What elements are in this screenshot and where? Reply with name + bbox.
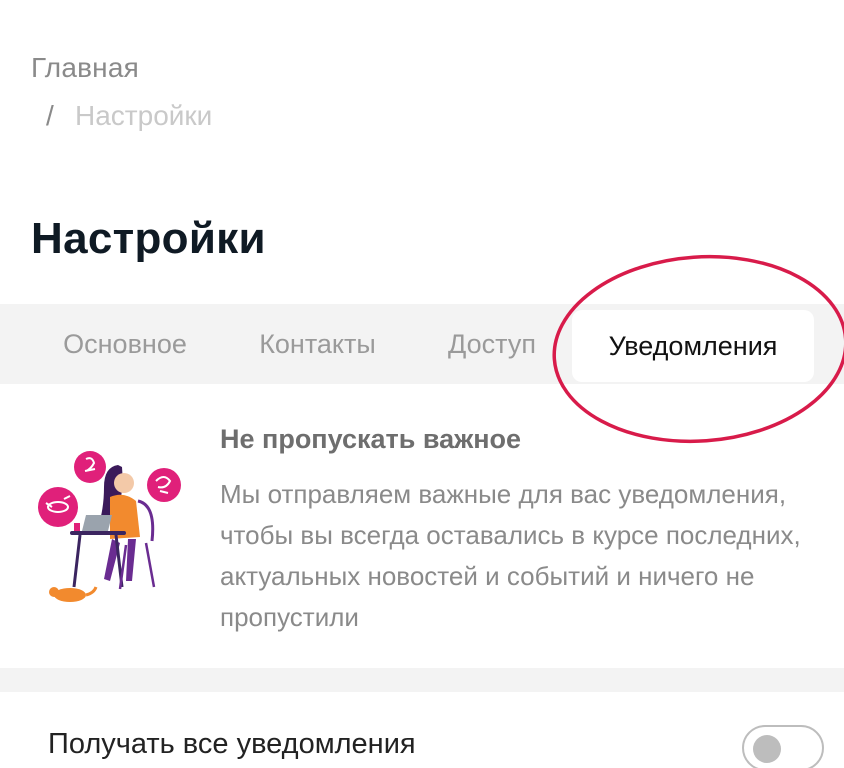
settings-page: Главная / Настройки Настройки Основное К…	[0, 0, 844, 768]
section-divider	[0, 668, 844, 692]
breadcrumb-current: Настройки	[75, 100, 213, 131]
page-title: Настройки	[31, 214, 266, 263]
all-notifications-toggle[interactable]	[742, 725, 824, 768]
notification-bubble-icon	[38, 487, 78, 527]
all-notifications-label: Получать все уведомления	[48, 728, 416, 760]
notification-bubble-icon	[147, 468, 181, 502]
tab-main[interactable]: Основное	[40, 304, 210, 384]
tab-access[interactable]: Доступ	[432, 304, 552, 384]
settings-tabs: Основное Контакты Доступ Уведомления	[0, 304, 844, 384]
woman-with-laptop-illustration	[38, 451, 181, 602]
tab-notifications[interactable]: Уведомления	[572, 310, 814, 382]
toggle-knob	[753, 735, 781, 763]
tab-contacts[interactable]: Контакты	[240, 304, 395, 384]
info-description: Мы отправляем важные для вас уведомления…	[220, 479, 801, 632]
notification-bubble-icon	[74, 451, 106, 483]
breadcrumb-home-link[interactable]: Главная	[31, 52, 139, 84]
breadcrumb-separator: /	[46, 100, 54, 131]
info-title: Не пропускать важное	[220, 424, 522, 454]
